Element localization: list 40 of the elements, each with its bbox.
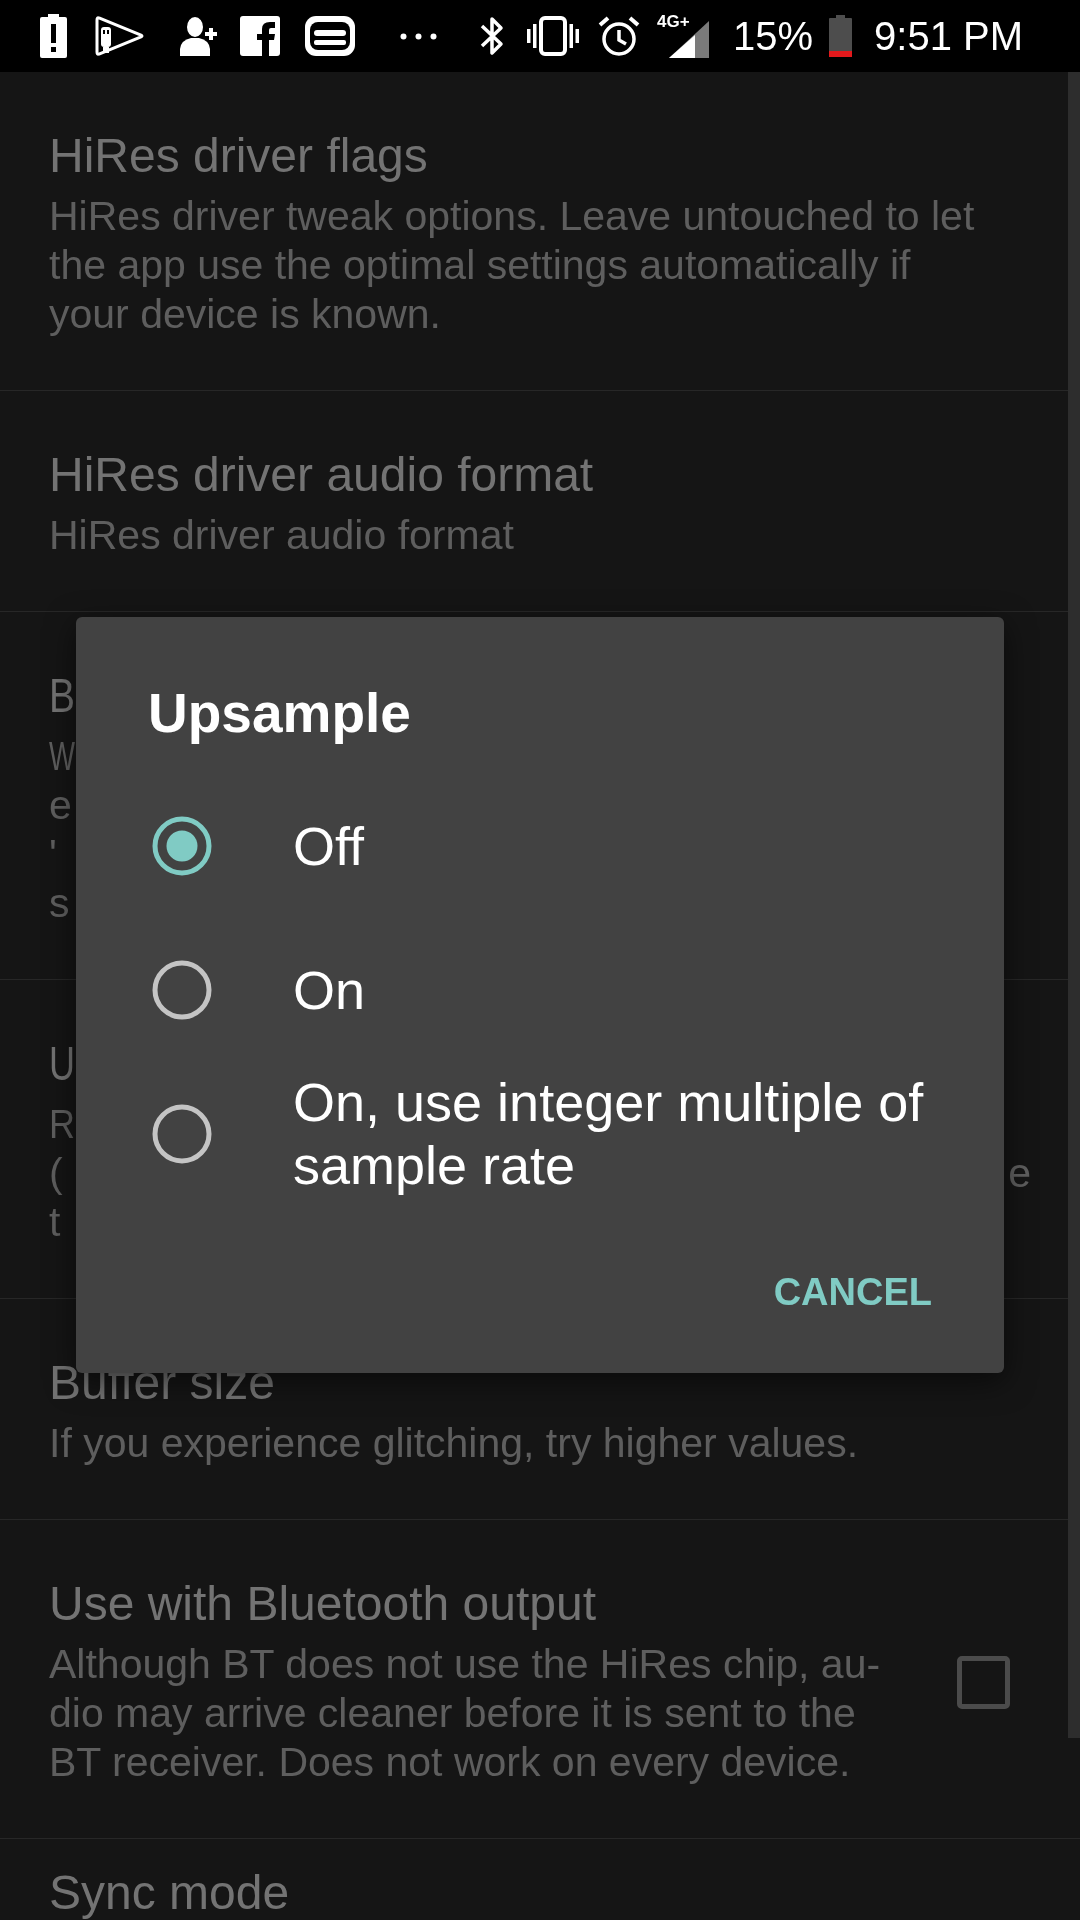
setting-summary: ' — [49, 830, 57, 879]
more-icon — [400, 32, 437, 40]
cancel-button[interactable]: CANCEL — [749, 1238, 956, 1346]
f-square-icon — [240, 16, 280, 56]
app-logo-icon — [305, 16, 355, 56]
alert-icon — [40, 14, 67, 58]
setting-summary: Although BT does not use the HiRes chip, au- dio may arrive cleaner before it is sent to the BT receiver. Does not work on every device. — [49, 1640, 881, 1787]
option-label[interactable]: On, use integer multiple of sample rate — [293, 1071, 932, 1197]
setting-title: HiRes driver flags — [49, 130, 428, 182]
setting-title: HiRes driver audio format — [49, 449, 594, 501]
setting-title: Sync mode — [49, 1867, 290, 1919]
option-label[interactable]: Off — [293, 814, 365, 878]
vibrate-icon — [527, 16, 579, 56]
battery-percent: 15% — [733, 14, 814, 58]
setting-summary: W — [49, 732, 75, 781]
clock-time: 9:51 PM — [874, 14, 1024, 58]
setting-summary: R — [49, 1100, 75, 1149]
setting-summary: HiRes driver audio format — [49, 511, 514, 560]
setting-summary: ( — [49, 1149, 63, 1198]
setting-title: U — [49, 1038, 75, 1090]
play-usb-icon — [93, 14, 145, 58]
setting-summary: HiRes driver tweak options. Leave untouched to let the app use the optimal settings automatically if your device is known. — [49, 192, 975, 339]
option-label[interactable]: On — [293, 958, 366, 1022]
network-type-label: 4G+ — [657, 13, 690, 31]
setting-title: B — [49, 670, 75, 722]
radio-button[interactable] — [152, 816, 212, 876]
setting-summary: s — [49, 879, 70, 928]
radio-button[interactable] — [152, 960, 212, 1020]
radio-button[interactable] — [152, 1104, 212, 1164]
alarm-icon — [598, 15, 640, 57]
dialog-title: Upsample — [148, 683, 411, 743]
checkbox[interactable] — [957, 1656, 1010, 1709]
setting-summary: If you experience glitching, try higher values. — [49, 1419, 859, 1468]
setting-summary: t — [49, 1198, 61, 1247]
setting-summary: e — [49, 781, 72, 830]
setting-summary: e — [1008, 1149, 1031, 1198]
battery-icon — [829, 15, 853, 57]
bluetooth-icon — [479, 14, 505, 58]
add-person-icon — [180, 16, 217, 56]
setting-title: Use with Bluetooth output — [49, 1578, 596, 1630]
